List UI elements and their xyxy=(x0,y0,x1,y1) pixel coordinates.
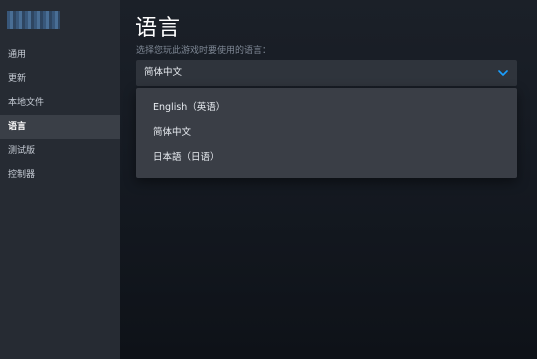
language-option-simplified-chinese[interactable]: 简体中文 xyxy=(136,120,517,145)
sidebar-item-label: 控制器 xyxy=(8,170,36,180)
app-window: 通用 更新 本地文件 语言 测试版 控制器 语言 选择您玩此游戏时要使用的语言：… xyxy=(0,0,537,359)
main-panel: 语言 选择您玩此游戏时要使用的语言： 简体中文 English（英语） 简体中文… xyxy=(120,0,537,359)
chevron-down-icon xyxy=(498,70,508,76)
game-title-pixelated xyxy=(7,11,60,29)
language-option-english[interactable]: English（英语） xyxy=(136,95,517,120)
sidebar-item-language[interactable]: 语言 xyxy=(0,115,120,139)
sidebar-item-label: 语言 xyxy=(8,122,27,132)
sidebar-item-label: 测试版 xyxy=(8,146,36,156)
language-option-japanese[interactable]: 日本語（日语） xyxy=(136,145,517,170)
language-select-value: 简体中文 xyxy=(144,67,183,78)
sidebar: 通用 更新 本地文件 语言 测试版 控制器 xyxy=(0,0,120,359)
sidebar-item-controller[interactable]: 控制器 xyxy=(0,163,120,187)
language-select[interactable]: 简体中文 xyxy=(136,60,517,86)
sidebar-item-label: 本地文件 xyxy=(8,98,45,108)
language-dropdown-menu: English（英语） 简体中文 日本語（日语） xyxy=(136,88,517,178)
sidebar-item-local-files[interactable]: 本地文件 xyxy=(0,91,120,115)
sidebar-item-betas[interactable]: 测试版 xyxy=(0,139,120,163)
sidebar-nav: 通用 更新 本地文件 语言 测试版 控制器 xyxy=(0,43,120,187)
sidebar-item-label: 更新 xyxy=(8,74,27,84)
page-title: 语言 xyxy=(135,16,182,41)
language-prompt: 选择您玩此游戏时要使用的语言： xyxy=(136,46,272,56)
sidebar-item-general[interactable]: 通用 xyxy=(0,43,120,67)
sidebar-item-label: 通用 xyxy=(8,50,27,60)
sidebar-item-updates[interactable]: 更新 xyxy=(0,67,120,91)
